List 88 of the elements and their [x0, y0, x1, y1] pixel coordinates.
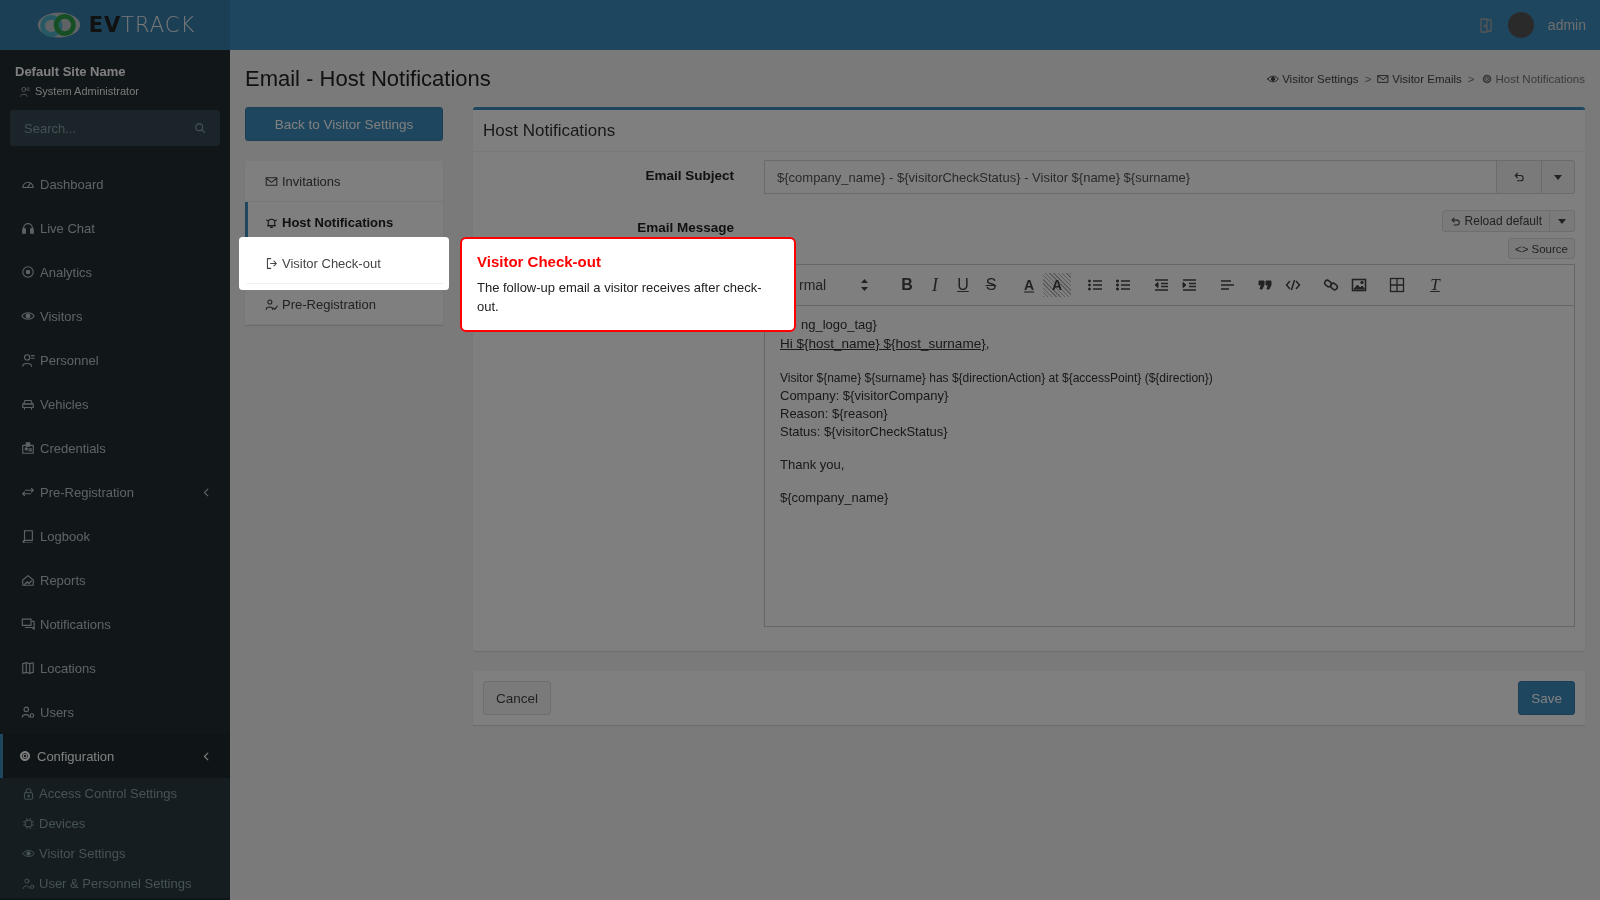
message-line: Hi ${host_name} ${host_surname},	[780, 335, 991, 353]
sidebar-item[interactable]: Users	[0, 690, 230, 734]
arrows-icon	[21, 485, 35, 499]
message-line: Company: ${visitorCompany}	[780, 387, 950, 405]
exit-icon	[265, 256, 278, 270]
users-icon	[22, 876, 35, 890]
sidebar-item[interactable]: Logbook	[0, 514, 230, 558]
sidebar-item[interactable]: Analytics	[0, 250, 230, 294]
user-name[interactable]: admin	[1547, 17, 1586, 33]
envelope-icon	[1377, 73, 1390, 85]
page-title: Email - Host Notifications	[245, 66, 492, 92]
id-card-icon	[21, 441, 35, 455]
brand-name: EVTRACK	[88, 13, 196, 37]
person-icon	[19, 85, 30, 97]
envelope-icon	[265, 174, 278, 188]
field-label: Email Message	[636, 219, 734, 237]
template-tab[interactable]: Invitations	[245, 161, 443, 202]
search-icon	[194, 122, 206, 134]
target-icon	[21, 265, 35, 279]
breadcrumb-link[interactable]: Visitor Settings	[1267, 73, 1359, 85]
table-icon[interactable]	[1389, 277, 1405, 293]
cancel-button[interactable]: Cancel	[483, 681, 552, 715]
save-button[interactable]: Save	[1518, 681, 1575, 715]
gear-icon	[1480, 73, 1493, 85]
users-icon	[21, 705, 35, 719]
sidebar-item[interactable]: Locations	[0, 646, 230, 690]
sidebar-item[interactable]: Pre-Registration	[0, 470, 230, 514]
car-icon	[21, 397, 35, 411]
back-button[interactable]: Back to Visitor Settings	[245, 107, 443, 141]
undo-icon	[1513, 171, 1525, 183]
breadcrumb-separator: >	[1467, 73, 1475, 85]
map-icon	[21, 661, 35, 675]
bullet-list-icon[interactable]	[1115, 277, 1131, 293]
italic-button[interactable]: I	[921, 273, 949, 297]
underline-button[interactable]: U	[949, 273, 977, 297]
undo-icon	[1449, 215, 1461, 227]
message-line: Status: ${visitorCheckStatus}	[780, 423, 949, 441]
message-line: Visitor ${name} ${surname} has ${directionAction} at ${accessPoint} (${direction})	[780, 370, 1214, 387]
person-icon	[21, 353, 35, 367]
message-line: ng_logo_tag}	[800, 316, 878, 334]
quote-icon[interactable]	[1257, 277, 1273, 293]
sidebar-item[interactable]: Reports	[0, 558, 230, 602]
door-icon	[1477, 17, 1494, 33]
subject-field[interactable]: ${company_name} - ${visitorCheckStatus} - Visitor ${name} ${surname}	[764, 160, 1497, 194]
sort-arrows-icon	[860, 278, 869, 292]
numbered-list-icon[interactable]	[1087, 277, 1103, 293]
bold-button[interactable]: B	[893, 273, 921, 297]
sidebar-item[interactable]: Live Chat	[0, 206, 230, 250]
book-icon	[21, 529, 35, 543]
sidebar-item[interactable]: Notifications	[0, 602, 230, 646]
message-line: Thank you,	[780, 456, 846, 474]
breadcrumb-separator: >	[1364, 73, 1372, 85]
sidebar-item[interactable]: Vehicles	[0, 382, 230, 426]
tooltip-title: Visitor Check-out	[477, 253, 602, 270]
message-line: Reason: ${reason}	[780, 405, 889, 423]
site-name: Default Site Name	[14, 63, 127, 79]
clear-format-button[interactable]: T	[1421, 273, 1449, 297]
sidebar-item[interactable]: Visitors	[0, 294, 230, 338]
source-button[interactable]: <> Source	[1507, 238, 1575, 259]
eye-icon	[21, 309, 35, 323]
breadcrumb-link[interactable]: Visitor Emails	[1377, 73, 1462, 85]
dropdown-button[interactable]	[1550, 210, 1575, 232]
sidebar-item[interactable]: Dashboard	[0, 162, 230, 206]
headset-icon	[21, 221, 35, 235]
tooltip-text: The follow-up email a visitor receives after check-out.	[477, 279, 763, 316]
eye-icon	[1267, 73, 1280, 85]
chip-icon	[22, 816, 35, 830]
text-color-button[interactable]: A	[1015, 273, 1043, 297]
format-select[interactable]: rmal	[773, 277, 873, 293]
outdent-icon[interactable]	[1153, 277, 1169, 293]
align-left-icon[interactable]	[1219, 277, 1235, 293]
link-icon[interactable]	[1323, 277, 1339, 293]
image-icon[interactable]	[1351, 277, 1367, 293]
lock-icon	[22, 786, 35, 800]
panel-title: Host Notifications	[473, 110, 1585, 152]
sidebar-item[interactable]: Credentials	[0, 426, 230, 470]
sidebar-item[interactable]: Personnel	[0, 338, 230, 382]
message-line: ${company_name}	[780, 489, 890, 507]
code-icon[interactable]	[1285, 277, 1301, 293]
chat-icon	[21, 617, 35, 631]
house-icon	[21, 573, 35, 587]
strikethrough-button[interactable]: S	[977, 273, 1005, 297]
field-label: Email Subject	[644, 167, 734, 185]
reload-default-button[interactable]: Reload default	[1441, 210, 1550, 232]
user-role: System Administrator	[35, 85, 139, 97]
indent-icon[interactable]	[1181, 277, 1197, 293]
gear-icon	[18, 749, 32, 763]
person-check-icon	[265, 297, 278, 311]
